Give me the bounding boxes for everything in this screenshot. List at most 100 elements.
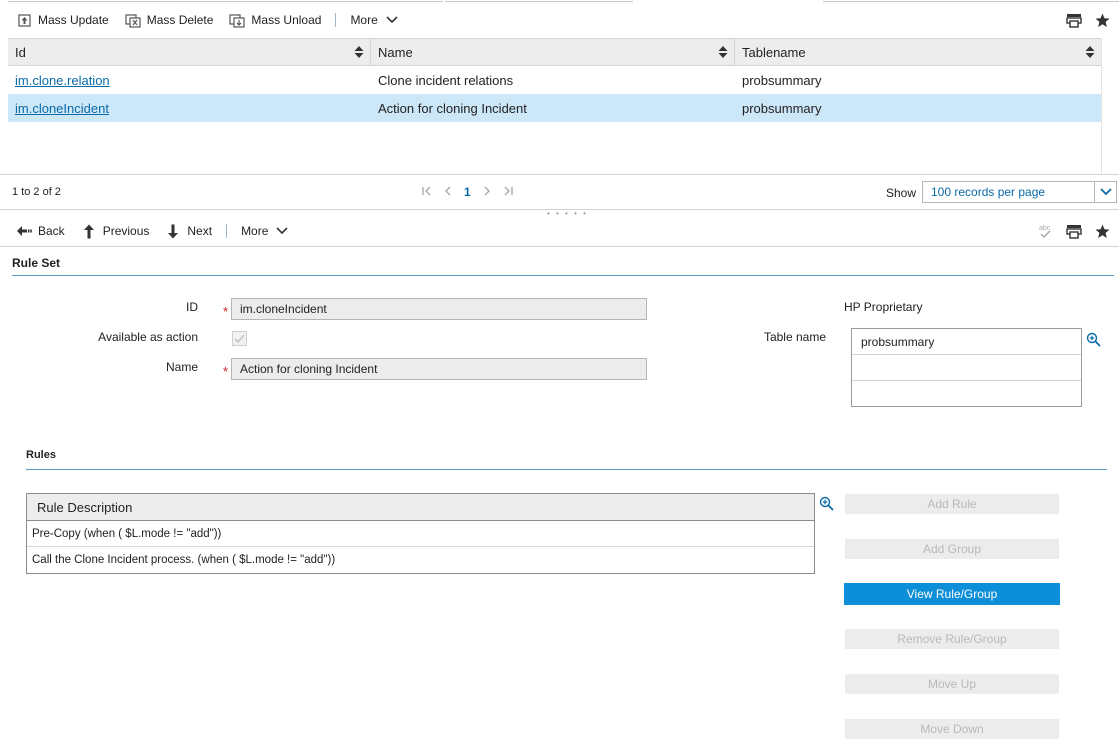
available-as-action-checkbox[interactable] xyxy=(232,331,247,346)
back-button[interactable]: Back xyxy=(8,220,73,242)
grid-header: Id Name Tablename xyxy=(8,38,1101,66)
more-label: More xyxy=(241,224,269,238)
mass-update-button[interactable]: Mass Update xyxy=(8,9,117,31)
next-button[interactable]: Next xyxy=(157,220,220,242)
mass-unload-button[interactable]: Mass Unload xyxy=(221,9,329,31)
record-link[interactable]: im.clone.relation xyxy=(15,73,110,88)
cell-name: Action for cloning Incident xyxy=(378,100,527,116)
toolbar-separator xyxy=(226,224,228,238)
section-divider xyxy=(12,275,1114,276)
rules-table: Rule Description Pre-Copy (when ( $L.mod… xyxy=(26,493,815,574)
chevron-down-icon xyxy=(384,12,400,28)
cell-name: Clone incident relations xyxy=(378,72,514,88)
back-label: Back xyxy=(38,224,65,238)
list-toolbar-right xyxy=(1065,11,1111,29)
move-down-button[interactable]: Move Down xyxy=(845,719,1059,739)
add-group-button[interactable]: Add Group xyxy=(845,539,1059,559)
grid-scrollbar[interactable] xyxy=(1101,38,1119,174)
hp-proprietary-label: HP Proprietary xyxy=(844,300,923,314)
sort-icon xyxy=(718,46,728,58)
sort-icon xyxy=(1085,46,1095,58)
previous-label: Previous xyxy=(102,224,150,238)
mass-delete-label: Mass Delete xyxy=(146,13,214,27)
page-navigation: 1 xyxy=(422,184,513,199)
zoom-in-icon[interactable] xyxy=(819,496,834,514)
tab-strip-edge xyxy=(0,0,1119,3)
mass-update-icon xyxy=(16,12,32,28)
print-icon[interactable] xyxy=(1065,11,1083,29)
cell-id: im.cloneIncident xyxy=(8,94,371,122)
table-name-entry[interactable] xyxy=(852,381,1081,407)
table-name-list[interactable]: probsummary xyxy=(851,328,1082,407)
star-icon[interactable] xyxy=(1093,222,1111,240)
splitter-handle[interactable]: • • • • • xyxy=(547,209,588,218)
sort-icon xyxy=(354,46,364,58)
zoom-in-icon[interactable] xyxy=(1086,332,1101,350)
list-toolbar: Mass Update Mass Delete Mass Unload More xyxy=(8,6,408,34)
available-as-action-label: Available as action xyxy=(98,330,198,344)
column-header-label: Name xyxy=(378,44,413,60)
id-field[interactable]: im.cloneIncident xyxy=(231,298,647,320)
last-page-icon[interactable] xyxy=(503,184,513,199)
remove-rule-group-button[interactable]: Remove Rule/Group xyxy=(845,629,1059,649)
rules-table-header: Rule Description xyxy=(27,494,814,521)
records-per-page-select[interactable]: 100 records per page xyxy=(922,181,1117,203)
name-label: Name xyxy=(165,360,198,374)
mass-unload-label: Mass Unload xyxy=(251,13,322,27)
cell-id: im.clone.relation xyxy=(8,66,371,94)
toolbar-divider xyxy=(0,246,1119,247)
add-rule-button[interactable]: Add Rule xyxy=(845,494,1059,514)
mass-update-label: Mass Update xyxy=(38,13,109,27)
show-label: Show xyxy=(886,186,917,200)
required-marker: * xyxy=(223,364,229,379)
column-header-name[interactable]: Name xyxy=(371,39,735,65)
print-icon[interactable] xyxy=(1065,222,1083,240)
record-link[interactable]: im.cloneIncident xyxy=(15,101,109,116)
table-row-selected[interactable]: im.cloneIncident Action for cloning Inci… xyxy=(8,94,1101,122)
section-title-rule-set: Rule Set xyxy=(12,256,61,270)
cell-tablename: probsummary xyxy=(742,100,822,116)
previous-page-icon[interactable] xyxy=(444,184,452,199)
spellcheck-icon[interactable]: abc xyxy=(1037,222,1055,240)
table-name-entry[interactable] xyxy=(852,355,1081,381)
star-icon[interactable] xyxy=(1093,11,1111,29)
more-menu-button[interactable]: More xyxy=(342,9,407,31)
current-page: 1 xyxy=(464,184,471,199)
cell-tablename: probsummary xyxy=(742,72,822,88)
column-header-label: Tablename xyxy=(742,44,806,60)
mass-delete-button[interactable]: Mass Delete xyxy=(117,9,222,31)
id-label: ID xyxy=(186,300,198,314)
move-up-button[interactable]: Move Up xyxy=(845,674,1059,694)
arrow-up-icon xyxy=(81,223,97,239)
chevron-down-icon xyxy=(274,223,290,239)
column-header-label: Id xyxy=(15,44,26,60)
column-header-tablename[interactable]: Tablename xyxy=(735,39,1101,65)
mass-delete-icon xyxy=(125,12,141,28)
first-page-icon[interactable] xyxy=(422,184,432,199)
column-header-id[interactable]: Id xyxy=(8,39,371,65)
detail-toolbar-right: abc xyxy=(1037,222,1111,240)
previous-button[interactable]: Previous xyxy=(73,220,158,242)
toolbar-separator xyxy=(335,13,337,27)
rule-row[interactable]: Call the Clone Incident process. (when (… xyxy=(27,547,814,573)
table-row[interactable]: im.clone.relation Clone incident relatio… xyxy=(8,66,1101,94)
detail-more-menu-button[interactable]: More xyxy=(233,220,298,242)
checkmark-icon xyxy=(234,333,245,343)
section-title-rules: Rules xyxy=(26,449,56,461)
arrow-down-icon xyxy=(165,223,181,239)
view-rule-group-button[interactable]: View Rule/Group xyxy=(844,583,1060,605)
name-field[interactable]: Action for cloning Incident xyxy=(231,358,647,380)
table-name-entry[interactable]: probsummary xyxy=(852,329,1081,355)
required-marker: * xyxy=(223,304,229,319)
more-label: More xyxy=(350,13,378,27)
rule-row[interactable]: Pre-Copy (when ( $L.mode != "add")) xyxy=(27,521,814,547)
records-per-page-value: 100 records per page xyxy=(931,185,1046,199)
table-name-label: Table name xyxy=(763,330,826,344)
next-page-icon[interactable] xyxy=(483,184,491,199)
next-label: Next xyxy=(187,224,213,238)
back-arrow-icon xyxy=(16,223,32,239)
mass-unload-icon xyxy=(229,12,246,28)
records-grid: Id Name Tablename im.clone.relation Clon… xyxy=(8,38,1101,122)
record-count: 1 to 2 of 2 xyxy=(12,186,61,198)
chevron-down-icon[interactable] xyxy=(1094,182,1116,202)
